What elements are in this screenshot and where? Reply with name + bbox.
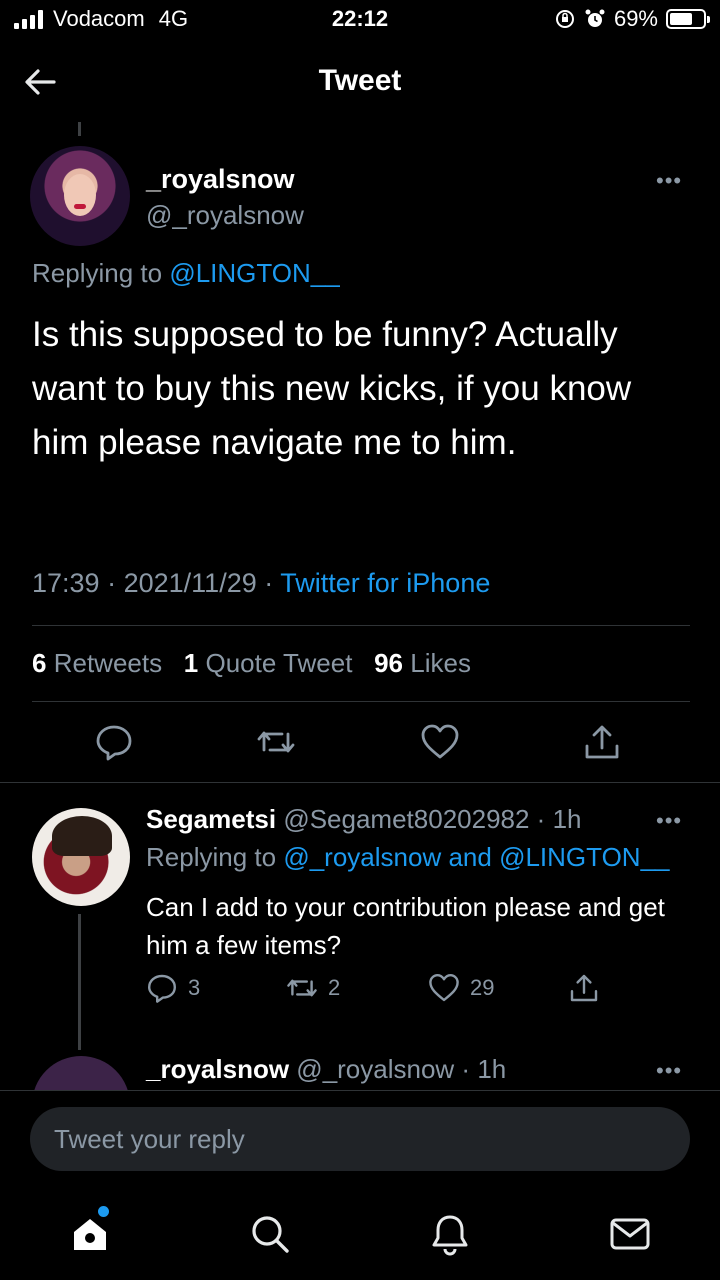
retweet-icon (287, 979, 317, 997)
carrier-name: Vodacom (53, 6, 145, 31)
thread-connector (78, 914, 81, 1050)
battery-percent: 69% (613, 6, 658, 31)
tab-notifications[interactable] (428, 1212, 472, 1256)
tweet-actions (0, 722, 720, 766)
likes-count: 96 (374, 648, 404, 678)
tab-messages[interactable] (608, 1212, 652, 1256)
avatar[interactable] (30, 146, 130, 246)
reply-actions: 3 2 29 (146, 972, 626, 1012)
alarm-icon (585, 9, 605, 27)
messages-icon (610, 1218, 650, 1250)
network-type: 4G (158, 6, 189, 31)
battery-icon (666, 9, 710, 29)
tab-search[interactable] (248, 1212, 292, 1256)
replying-prefix: Replying to (146, 842, 277, 872)
reply-age: 1h (477, 1054, 507, 1084)
more-dots-icon[interactable]: ••• (656, 808, 682, 834)
search-icon (252, 1216, 289, 1253)
tweet-meta: 17:39 · 2021/11/29 · Twitter for iPhone (32, 568, 491, 598)
reply-header: Segametsi @Segamet80202982 · 1h (146, 804, 582, 834)
reply-composer (0, 1090, 720, 1186)
likes-stat[interactable]: 96 Likes (374, 648, 471, 678)
thread-connector-top (78, 122, 81, 136)
tweet-text: Is this supposed to be funny? Actually w… (32, 315, 632, 462)
replying-and: and (448, 842, 492, 872)
tweet-source[interactable]: Twitter for iPhone (280, 568, 490, 598)
tweet-stats: 6 Retweets 1 Quote Tweet 96 Likes (32, 648, 471, 679)
quote-count: 1 (183, 648, 199, 678)
retweet-count: 2 (328, 975, 341, 1000)
page-title: Tweet (318, 64, 402, 97)
reply-text: Can I add to your contribution please an… (146, 892, 665, 960)
mention-link[interactable]: @_royalsnow (283, 842, 441, 872)
more-dots-icon[interactable]: ••• (656, 1058, 682, 1084)
retweet-icon[interactable] (256, 722, 296, 762)
retweets-stat[interactable]: 6 Retweets (32, 648, 162, 678)
quote-label: Quote Tweet (205, 648, 353, 678)
more-dots-icon[interactable]: ••• (656, 168, 682, 194)
home-new-indicator (98, 1206, 109, 1217)
reply-author-handle[interactable]: @_royalsnow (296, 1054, 454, 1084)
quote-stat[interactable]: 1 Quote Tweet (184, 648, 353, 678)
author-name[interactable]: _royalsnow (146, 164, 295, 195)
home-icon (74, 1219, 106, 1250)
reply-like-action[interactable]: 29 (428, 972, 494, 1004)
reply-icon (148, 974, 176, 1003)
divider (32, 625, 690, 626)
replying-to: Replying to @LINGTON__ (32, 258, 340, 289)
retweets-count: 6 (32, 648, 47, 678)
reply-author-handle[interactable]: @Segamet80202982 (283, 804, 529, 834)
avatar[interactable] (32, 808, 130, 906)
tweet-time: 17:39 (32, 568, 100, 598)
share-icon[interactable] (582, 722, 622, 762)
share-icon (570, 974, 598, 1002)
rotation-lock-icon (555, 10, 574, 28)
mention-link[interactable]: @LINGTON__ (499, 842, 669, 872)
reply-retweet-action[interactable]: 2 (286, 972, 340, 1004)
tweet-date: 2021/11/29 (123, 568, 257, 598)
like-count: 29 (470, 975, 495, 1000)
arrow-left-icon[interactable] (20, 62, 60, 102)
reply-share-action[interactable] (568, 972, 600, 1004)
mention-link[interactable]: @LINGTON__ (169, 258, 339, 288)
reply-author-name[interactable]: _royalsnow (146, 1054, 289, 1084)
tab-home[interactable] (68, 1206, 112, 1256)
divider (32, 701, 690, 702)
reply-header: _royalsnow @_royalsnow · 1h (146, 1054, 507, 1084)
reply-count: 3 (188, 975, 201, 1000)
reply-age: 1h (552, 804, 582, 834)
retweets-label: Retweets (53, 648, 163, 678)
status-right: 69% (554, 6, 710, 32)
reply-author-name[interactable]: Segametsi (146, 804, 276, 834)
reply-icon[interactable] (94, 722, 134, 762)
replying-prefix: Replying to (32, 258, 163, 288)
signal-icon (14, 9, 43, 29)
divider (0, 782, 720, 783)
reply-reply-action[interactable]: 3 (146, 972, 200, 1004)
likes-label: Likes (410, 648, 471, 678)
status-bar: Vodacom 4G 22:12 69% (0, 0, 720, 40)
status-left: Vodacom 4G (14, 6, 188, 32)
battery-level (670, 13, 693, 25)
like-icon[interactable] (420, 722, 460, 762)
tab-bar (0, 1186, 720, 1280)
reply-input[interactable] (30, 1107, 690, 1171)
top-nav: Tweet (0, 52, 720, 112)
like-icon (429, 974, 459, 1002)
notifications-icon (432, 1215, 468, 1256)
reply-replying-to: Replying to @_royalsnow and @LINGTON__ (146, 842, 670, 873)
author-handle[interactable]: @_royalsnow (146, 200, 304, 231)
